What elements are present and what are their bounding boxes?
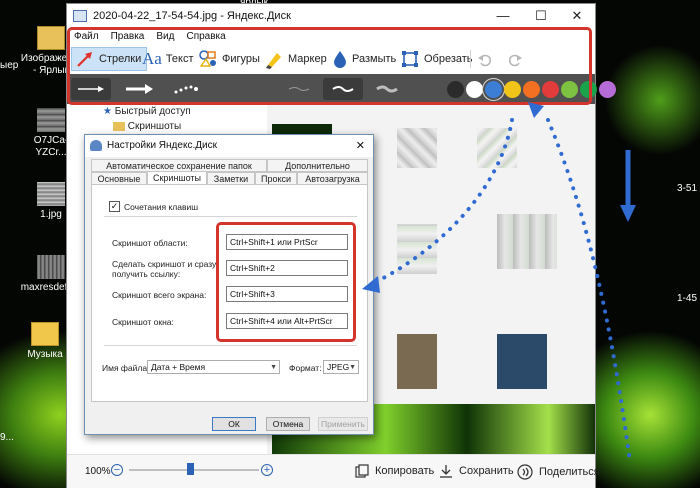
arrowhead-icon xyxy=(620,205,636,222)
arrowhead-icon xyxy=(528,102,544,118)
arrowhead-icon xyxy=(362,276,380,293)
dotted-arrow-down xyxy=(546,118,632,464)
annotation-arrows xyxy=(362,102,636,464)
dotted-arrow-to-dialog xyxy=(370,118,514,286)
